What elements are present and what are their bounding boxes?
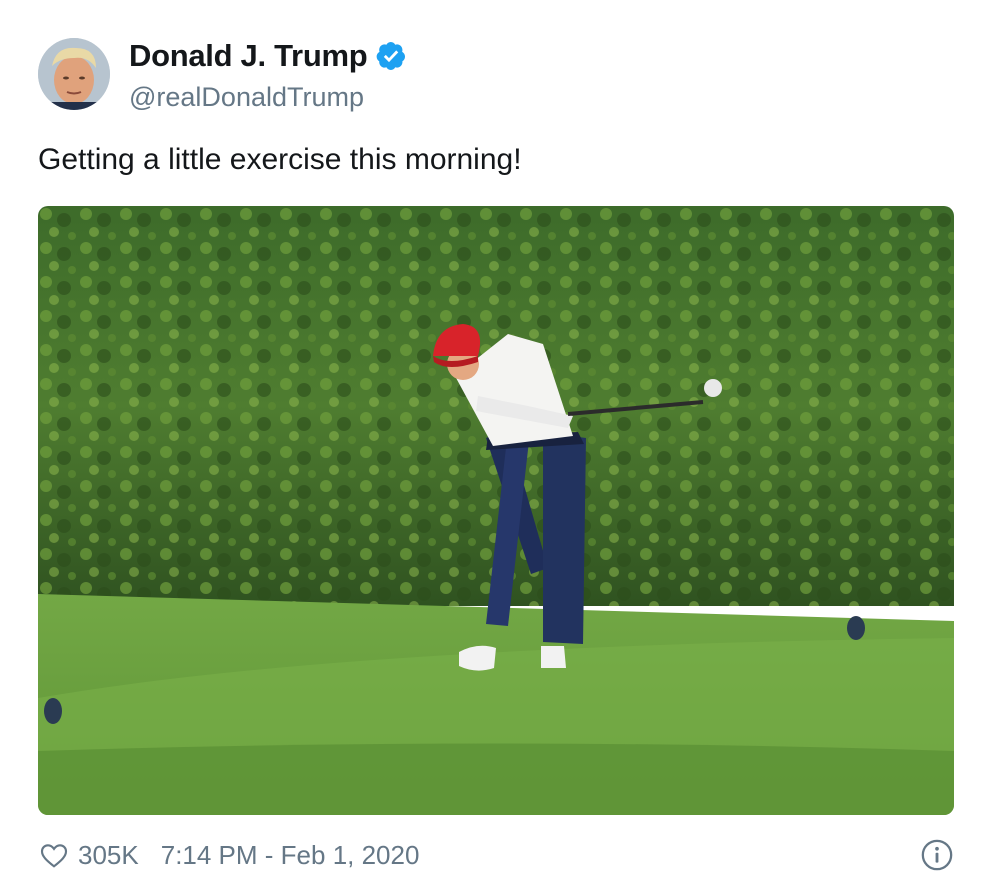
tweet-timestamp[interactable]: 7:14 PM - Feb 1, 2020 <box>161 840 420 871</box>
verified-badge-icon <box>375 40 407 72</box>
avatar-image <box>38 38 110 110</box>
tweet-card: Donald J. Trump @realDonaldTrump Getting… <box>0 0 992 892</box>
info-circle-icon[interactable] <box>920 838 954 872</box>
user-handle[interactable]: @realDonaldTrump <box>129 82 364 113</box>
golf-photo-image <box>38 206 954 815</box>
tweet-photo[interactable] <box>38 206 954 815</box>
like-count[interactable]: 305K <box>78 840 139 871</box>
avatar[interactable] <box>38 38 110 110</box>
heart-outline-icon[interactable] <box>38 839 70 871</box>
author-name-row: Donald J. Trump <box>129 38 407 74</box>
tweet-footer: 305K 7:14 PM - Feb 1, 2020 <box>38 836 954 874</box>
tweet-text: Getting a little exercise this morning! <box>38 143 522 176</box>
display-name[interactable]: Donald J. Trump <box>129 38 368 74</box>
